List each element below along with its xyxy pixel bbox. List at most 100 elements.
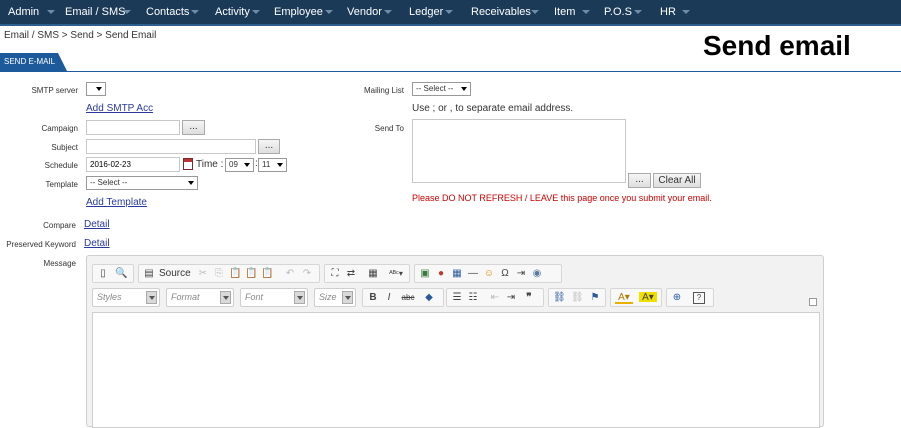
send-to-browse-button[interactable]: ...	[628, 173, 651, 188]
chevron-down-icon	[634, 10, 642, 14]
select-all-icon[interactable]: ▦	[367, 268, 379, 280]
font-combo-label: Font	[245, 292, 264, 302]
find-icon[interactable]: ⛶	[329, 268, 341, 280]
campaign-browse-button[interactable]: ...	[182, 120, 205, 135]
image-icon[interactable]: ▣	[419, 268, 431, 280]
font-combo[interactable]: Font	[240, 288, 308, 307]
nav-admin[interactable]: Admin	[8, 0, 55, 24]
format-combo-label: Format	[171, 292, 200, 302]
template-select[interactable]: -- Select --	[86, 176, 198, 190]
chevron-down-icon	[277, 163, 283, 167]
nav-vendor[interactable]: Vendor	[347, 0, 392, 24]
indent-icon[interactable]: ⇥	[505, 292, 517, 304]
replace-icon[interactable]: ⇄	[345, 268, 357, 280]
calendar-icon[interactable]	[183, 158, 193, 170]
nav-ledger[interactable]: Ledger	[409, 0, 453, 24]
new-page-icon[interactable]: ▯	[97, 268, 109, 280]
add-template-link[interactable]: Add Template	[86, 197, 147, 208]
nav-receivables[interactable]: Receivables	[471, 0, 539, 24]
cut-icon[interactable]: ✂	[197, 268, 209, 280]
flash-icon[interactable]: ●	[435, 268, 447, 280]
clear-all-button[interactable]: Clear All	[653, 173, 701, 188]
schedule-date-input[interactable]: 2016-02-23	[86, 157, 180, 172]
toolbar-collapse-button[interactable]	[809, 298, 817, 306]
chevron-down-icon	[96, 87, 102, 91]
link-icon[interactable]: ⛓	[553, 292, 566, 304]
bold-icon[interactable]: B	[367, 292, 379, 304]
help-icon[interactable]: ?	[693, 292, 705, 304]
horizontal-rule-icon[interactable]: —	[467, 268, 479, 280]
smtp-select[interactable]	[86, 82, 106, 96]
chevron-down-icon	[188, 181, 194, 185]
preserved-keyword-detail-link[interactable]: Detail	[84, 238, 110, 249]
iframe-icon[interactable]: ◉	[531, 268, 543, 280]
copy-icon[interactable]: ⎘	[213, 268, 225, 280]
nav-activity[interactable]: Activity	[215, 0, 260, 24]
send-to-textarea[interactable]	[412, 119, 626, 183]
styles-combo[interactable]: Styles	[92, 288, 160, 307]
separator-hint: Use ; or , to separate email address.	[412, 103, 574, 114]
maximize-icon[interactable]: ⊕	[671, 292, 683, 304]
time-hour-select[interactable]: 09	[225, 158, 254, 172]
paste-text-icon[interactable]: 📋	[245, 268, 257, 280]
paste-icon[interactable]: 📋	[229, 268, 241, 280]
special-char-icon[interactable]: Ω	[499, 268, 511, 280]
message-edit-area[interactable]	[92, 312, 820, 428]
nav-employee[interactable]: Employee	[274, 0, 333, 24]
nav-email-sms[interactable]: Email / SMS	[65, 0, 131, 24]
numbered-list-icon[interactable]: ☰	[451, 292, 463, 304]
template-label: Template	[45, 180, 78, 189]
message-editor: ▯ 🔍 ▤ Source ✂ ⎘ 📋 📋 📋 ↶ ↷ ⛶ ⇄ ▦ ᴬᴮᶜ▾ ▣ …	[86, 255, 824, 428]
text-color-icon[interactable]: A▾	[615, 292, 633, 304]
nav-pos[interactable]: P.O.S	[604, 0, 642, 24]
paste-word-icon[interactable]: 📋	[261, 268, 273, 280]
smiley-icon[interactable]: ☺	[483, 268, 495, 280]
chevron-down-icon	[244, 163, 250, 167]
toolbar-group-links: ⛓ ⛓ ⚑	[548, 288, 606, 307]
size-combo[interactable]: Size	[314, 288, 356, 307]
add-smtp-link[interactable]: Add SMTP Acc	[86, 103, 153, 114]
nav-hr[interactable]: HR	[660, 0, 690, 24]
chevron-down-icon	[445, 10, 453, 14]
message-label: Message	[43, 259, 76, 268]
anchor-icon[interactable]: ⚑	[589, 292, 601, 304]
toolbar-group-find: ⛶ ⇄ ▦ ᴬᴮᶜ▾	[324, 264, 410, 283]
time-minute-select[interactable]: 11	[258, 158, 287, 172]
blockquote-icon[interactable]: ❞	[523, 292, 535, 304]
subject-input[interactable]	[86, 139, 256, 154]
nav-ledger-label: Ledger	[409, 6, 444, 18]
toolbar-group-paragraph: ☰ ☷ ⇤ ⇥ ❞	[446, 288, 544, 307]
page-break-icon[interactable]: ⇥	[515, 268, 527, 280]
chevron-down-icon	[461, 87, 467, 91]
preview-icon[interactable]: 🔍	[115, 268, 127, 280]
nav-item[interactable]: Item	[554, 0, 590, 24]
nav-hr-label: HR	[660, 6, 676, 18]
nav-contacts[interactable]: Contacts	[146, 0, 199, 24]
background-color-icon[interactable]: A▾	[639, 292, 657, 303]
source-button[interactable]: Source	[159, 268, 191, 279]
chevron-down-icon	[146, 291, 157, 304]
strikethrough-icon[interactable]: abc	[401, 292, 415, 304]
compare-detail-link[interactable]: Detail	[84, 219, 110, 230]
remove-format-icon[interactable]: ◆	[423, 292, 435, 304]
redo-icon[interactable]: ↷	[301, 268, 313, 280]
bulleted-list-icon[interactable]: ☷	[467, 292, 479, 304]
campaign-input[interactable]	[86, 120, 180, 135]
tab-send-email[interactable]: SEND E-MAIL	[0, 53, 67, 71]
chevron-down-icon	[191, 10, 199, 14]
format-combo[interactable]: Format	[166, 288, 234, 307]
italic-icon[interactable]: I	[383, 292, 395, 304]
outdent-icon[interactable]: ⇤	[489, 292, 501, 304]
compare-label: Compare	[43, 221, 76, 230]
source-icon[interactable]: ▤	[143, 268, 155, 280]
chevron-down-icon	[342, 291, 353, 304]
table-icon[interactable]: ▦	[451, 268, 463, 280]
toolbar-group-insert: ▣ ● ▦ — ☺ Ω ⇥ ◉	[414, 264, 562, 283]
subject-browse-button[interactable]: ...	[258, 139, 280, 154]
mailing-list-select[interactable]: -- Select --	[412, 82, 471, 96]
editor-toolbar-row-2: Styles Format Font Size B I abc ◆ ☰ ☷ ⇤ …	[92, 288, 818, 308]
unlink-icon[interactable]: ⛓	[571, 292, 584, 304]
undo-icon[interactable]: ↶	[284, 268, 296, 280]
chevron-down-icon	[123, 10, 131, 14]
spellcheck-icon[interactable]: ᴬᴮᶜ▾	[387, 268, 405, 280]
